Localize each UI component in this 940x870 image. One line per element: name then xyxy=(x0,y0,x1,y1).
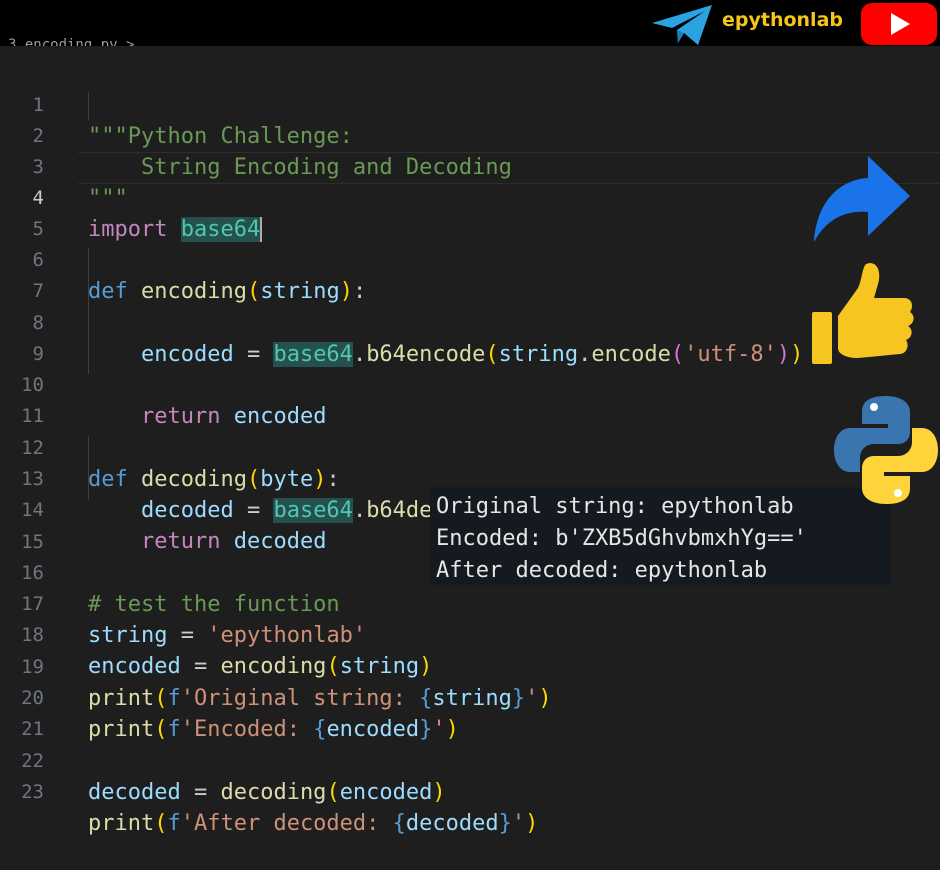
code-editor[interactable]: 1 """Python Challenge: 2 String Encoding… xyxy=(0,46,940,836)
code-line: 19 print(f'Original string: {string}') xyxy=(0,621,940,711)
output-panel: Original string: epythonlab Encoded: b'Z… xyxy=(430,487,891,585)
code-line: 13 decoded = base64.b64decode(byte).deco… xyxy=(0,433,940,523)
code-line: 7 xyxy=(0,245,940,302)
telegram-icon[interactable] xyxy=(650,3,716,47)
code-line: 22 decoded = decoding(encoded) xyxy=(0,715,940,805)
share-icon[interactable] xyxy=(808,150,914,246)
code-line: 6 def encoding(string): xyxy=(0,214,940,304)
code-line: 4 import base64 xyxy=(0,152,940,242)
python-logo-icon xyxy=(834,396,938,504)
code-line: 11 xyxy=(0,370,940,427)
code-line: 3 """ xyxy=(0,121,940,211)
output-line: Encoded: b'ZXB5dGhvbmxhYg==' xyxy=(436,526,807,551)
line-number: 23 xyxy=(21,781,44,803)
youtube-icon[interactable] xyxy=(860,2,938,46)
line-text: print(f'After decoded: {decoded}') xyxy=(88,811,539,836)
code-line: 18 encoded = encoding(string) xyxy=(0,589,940,679)
code-line: 9 xyxy=(0,308,940,365)
code-line: 23 print(f'After decoded: {decoded}') xyxy=(0,746,940,836)
output-line: After decoded: epythonlab xyxy=(436,558,768,583)
code-line: 12 def decoding(byte): xyxy=(0,402,940,492)
output-line: Original string: epythonlab xyxy=(436,494,794,519)
brand-name: epythonlab xyxy=(722,9,843,31)
top-banner: 3 encoding.py > ... epythonlab xyxy=(0,0,940,46)
code-line: 8 encoded = base64.b64encode(string.enco… xyxy=(0,277,940,367)
code-line: 5 xyxy=(0,183,940,240)
code-line: 10 return encoded xyxy=(0,339,940,429)
line-text: decoded = decoding(encoded) xyxy=(88,780,446,805)
thumbs-up-icon[interactable] xyxy=(806,258,916,370)
code-line: 2 String Encoding and Decoding xyxy=(0,90,940,180)
code-line: 21 xyxy=(0,683,940,740)
code-line: 1 """Python Challenge: xyxy=(0,59,940,149)
editor-tab-breadcrumb[interactable]: 3 encoding.py > ... xyxy=(8,34,168,46)
code-line: 20 print(f'Encoded: {encoded}') xyxy=(0,652,940,742)
